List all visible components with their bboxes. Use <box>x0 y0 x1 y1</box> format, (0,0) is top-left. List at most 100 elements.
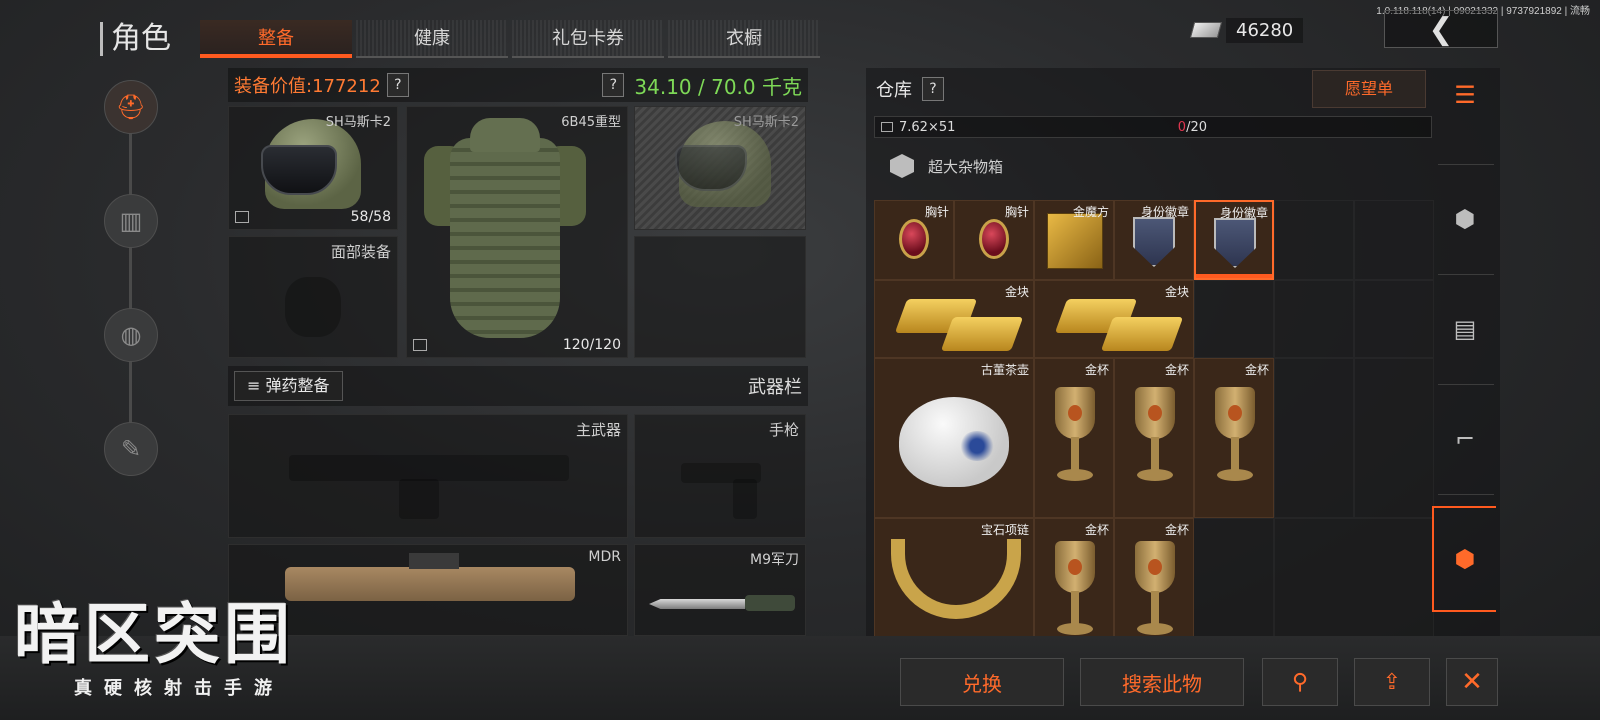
wishlist-button[interactable]: 愿望单 <box>1312 70 1426 108</box>
back-button[interactable]: ❮ <box>1384 10 1498 48</box>
helmet-durability: 58/58 <box>350 209 391 225</box>
weapons-label: 武器栏 <box>748 377 802 398</box>
search-icon[interactable]: ⚲ <box>1262 658 1338 706</box>
nav-tool-icon[interactable]: ✎ <box>104 422 158 476</box>
gold-cup-item[interactable]: 金杯 <box>1114 358 1194 518</box>
gold-bar-item[interactable]: 金块 <box>1034 280 1194 358</box>
sell-cart-icon[interactable]: ⇪ <box>1354 658 1430 706</box>
knife-label: M9军刀 <box>750 552 799 568</box>
box-icon <box>413 339 427 351</box>
equipment-header: 装备价值:177212 ? ? 34.10 / 70.0 千克 <box>228 68 808 102</box>
helmet-visor <box>261 145 337 195</box>
tab-wardrobe[interactable]: 衣橱 <box>668 20 820 58</box>
gold-cube-icon <box>1047 213 1103 269</box>
empty-cell[interactable] <box>1354 358 1434 518</box>
id-badge-item[interactable]: 身份徽章 <box>1114 200 1194 280</box>
gold-bar-icon <box>1100 317 1184 351</box>
value-help-button[interactable]: ? <box>386 73 409 97</box>
tab-gift-coupons[interactable]: 礼包卡券 <box>512 20 664 58</box>
gem-necklace-item[interactable]: 宝石项链 <box>874 518 1034 636</box>
filter-sort-icon[interactable]: ☰ <box>1438 68 1492 122</box>
empty-cell[interactable] <box>1274 200 1354 280</box>
tab-all-items-icon[interactable]: ⬢ <box>1438 192 1492 246</box>
empty-slot[interactable] <box>634 236 806 358</box>
tab-divider <box>1438 494 1494 495</box>
item-name: 胸针 <box>1004 205 1029 219</box>
knife-handle <box>745 595 795 611</box>
tab-prepare[interactable]: 整备 <box>200 20 352 58</box>
helmet-slot[interactable]: SH马斯卡2 58/58 <box>228 106 398 230</box>
item-name: 金魔方 <box>1072 205 1109 219</box>
gold-cup-icon <box>1211 387 1259 487</box>
game-logo: 暗区突围 真硬核射击手游 <box>14 600 366 710</box>
empty-cell[interactable] <box>1354 280 1434 358</box>
nav-vest-icon[interactable]: ▥ <box>104 194 158 248</box>
knife-slot[interactable]: M9军刀 <box>634 544 806 636</box>
weight-help-button[interactable]: ? <box>602 73 625 97</box>
gold-cube-item[interactable]: 金魔方 <box>1034 200 1114 280</box>
empty-cell[interactable] <box>1274 280 1354 358</box>
gold-cup-icon <box>1051 387 1099 487</box>
tab-health[interactable]: 健康 <box>356 20 508 58</box>
nav-helmet-icon[interactable]: ⛑ <box>104 80 158 134</box>
ammo-capacity-group: 0/20 <box>1178 120 1207 135</box>
teapot-icon <box>899 397 1009 487</box>
close-icon[interactable]: ✕ <box>1446 658 1498 706</box>
currency-display: 46280 <box>1189 16 1304 44</box>
gold-cup-item[interactable]: 金杯 <box>1194 358 1274 518</box>
ammo-caliber: 7.62×51 <box>899 119 956 135</box>
brooch-item[interactable]: 胸针 <box>874 200 954 280</box>
mdr-image <box>285 567 575 601</box>
gold-cup-item[interactable]: 金杯 <box>1034 518 1114 636</box>
primary-weapon-slot[interactable]: 主武器 <box>228 414 628 538</box>
empty-cell[interactable] <box>1194 280 1274 358</box>
rifle-mag-silhouette <box>399 479 439 519</box>
ammo-prepare-button[interactable]: ≡ 弹药整备 <box>234 371 343 401</box>
mdr-label: MDR <box>588 549 621 565</box>
antique-teapot-item[interactable]: 古董茶壶 <box>874 358 1034 518</box>
item-name: 胸针 <box>924 205 949 219</box>
ammo-storage-row[interactable]: 7.62×51 0/20 <box>874 116 1432 138</box>
gold-cup-item[interactable]: 金杯 <box>1034 358 1114 518</box>
tab-weapons-icon[interactable]: ⌐ <box>1438 412 1492 466</box>
item-name: 身份徽章 <box>1219 206 1268 220</box>
storage-title: 仓库 <box>876 80 912 101</box>
tab-valuables-icon[interactable]: ⬢ <box>1438 532 1492 586</box>
item-name: 金块 <box>1164 285 1189 299</box>
gold-cup-item[interactable]: 金杯 <box>1114 518 1194 636</box>
gold-bar-icon <box>940 317 1024 351</box>
knife-blade <box>649 599 745 609</box>
ammo-count: 0 <box>1177 119 1187 135</box>
cash-icon <box>1189 22 1223 38</box>
storage-help-button[interactable]: ? <box>922 77 944 101</box>
tab-equipment-icon[interactable]: ▤ <box>1438 302 1492 356</box>
container-header[interactable]: 超大杂物箱 <box>890 154 1003 178</box>
necklace-icon <box>891 539 1021 619</box>
search-this-button[interactable]: 搜索此物 <box>1080 658 1244 706</box>
exchange-button[interactable]: 兑换 <box>900 658 1064 706</box>
armor-collar <box>470 118 540 152</box>
brooch-icon <box>899 219 929 259</box>
weight-group: ? 34.10 / 70.0 千克 <box>602 71 802 100</box>
nav-backpack-icon[interactable]: ◍ <box>104 308 158 362</box>
pistol-label: 手枪 <box>768 421 799 439</box>
pistol-slot[interactable]: 手枪 <box>634 414 806 538</box>
empty-cell[interactable] <box>1274 358 1354 518</box>
logo-title: 暗区突围 <box>14 596 294 673</box>
face-slot[interactable]: 面部装备 <box>228 236 398 358</box>
helmet-preview-slot[interactable]: SH马斯卡2 <box>634 106 806 230</box>
teapot-pattern <box>959 431 995 461</box>
page-title: 角色 <box>100 22 171 56</box>
id-badge-item-selected[interactable]: 身份徽章 <box>1194 200 1274 280</box>
gold-cup-icon <box>1051 541 1099 636</box>
item-name: 金杯 <box>1244 363 1269 377</box>
gold-bar-item[interactable]: 金块 <box>874 280 1034 358</box>
storage-header: 仓库 ? <box>876 76 944 102</box>
empty-cell[interactable] <box>1274 518 1434 636</box>
brooch-item[interactable]: 胸针 <box>954 200 1034 280</box>
storage-grid: 胸针 胸针 金魔方 身份徽章 身份徽章 金块 金块 古董茶壶 金杯 金杯 金杯 … <box>874 200 1434 636</box>
empty-cell[interactable] <box>1354 200 1434 280</box>
box-icon <box>235 211 249 223</box>
id-badge-icon <box>1214 218 1256 268</box>
item-name: 金杯 <box>1164 523 1189 537</box>
